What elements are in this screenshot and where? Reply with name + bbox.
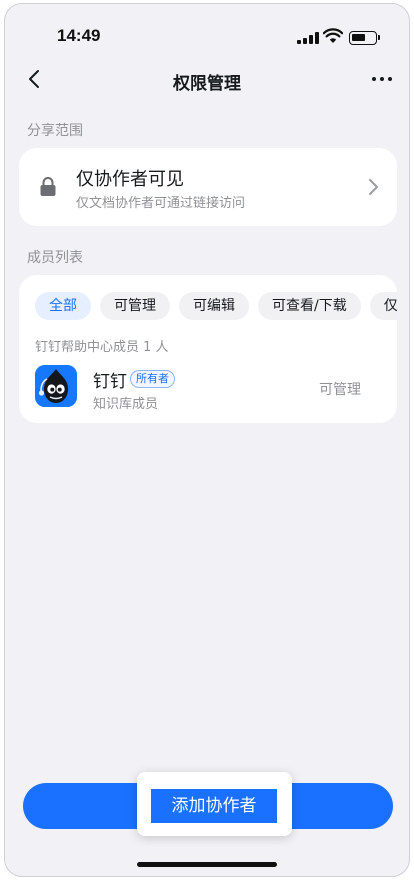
- member-list-label: 成员列表: [27, 250, 83, 266]
- filter-chip-edit[interactable]: 可编辑: [179, 292, 249, 320]
- filter-chip-manage[interactable]: 可管理: [100, 292, 170, 320]
- member-role: 知识库成员: [93, 397, 159, 412]
- member-permission[interactable]: 可管理: [319, 379, 361, 399]
- wifi-icon: [323, 28, 343, 43]
- share-scope-title: 仅协作者可见: [76, 169, 184, 190]
- lock-icon: [40, 177, 56, 196]
- battery-icon: [349, 31, 380, 45]
- more-icon[interactable]: [369, 67, 395, 91]
- member-row[interactable]: 钉钉 所有者 知识库成员 可管理: [19, 363, 397, 413]
- phone-screen: 14:49 权限管理 分享范围 仅协作者可见 仅文档协作者可通过链接访问 成员列…: [4, 3, 410, 877]
- filter-chip-view-download[interactable]: 可查看/下载: [258, 292, 361, 320]
- share-scope-description: 仅文档协作者可通过链接访问: [76, 196, 246, 211]
- filter-chip-all[interactable]: 全部: [35, 292, 91, 320]
- share-scope-label: 分享范围: [27, 123, 83, 139]
- filter-tabs: 全部 可管理 可编辑 可查看/下载仅: [35, 292, 397, 322]
- chevron-right-icon: [369, 179, 378, 195]
- page-title: 权限管理: [173, 74, 241, 94]
- status-bar: 14:49: [5, 4, 409, 64]
- dingtalk-mascot-icon: [35, 365, 77, 407]
- status-time: 14:49: [57, 26, 101, 45]
- add-collaborator-button[interactable]: 添加协作者: [151, 789, 277, 823]
- member-name: 钉钉: [93, 372, 127, 392]
- share-scope-card[interactable]: 仅协作者可见 仅文档协作者可通过链接访问: [19, 148, 397, 226]
- nav-bar: 权限管理: [5, 58, 409, 102]
- member-count: 钉钉帮助中心成员 1 人: [35, 340, 169, 355]
- signal-icon: [297, 32, 319, 44]
- avatar: [35, 365, 77, 407]
- owner-badge: 所有者: [130, 370, 175, 388]
- member-list-card: 全部 可管理 可编辑 可查看/下载仅 钉钉帮助中心成员 1 人 钉钉 所有者 知…: [19, 275, 397, 423]
- home-indicator: [137, 862, 277, 867]
- filter-chip-only[interactable]: 仅: [369, 292, 397, 320]
